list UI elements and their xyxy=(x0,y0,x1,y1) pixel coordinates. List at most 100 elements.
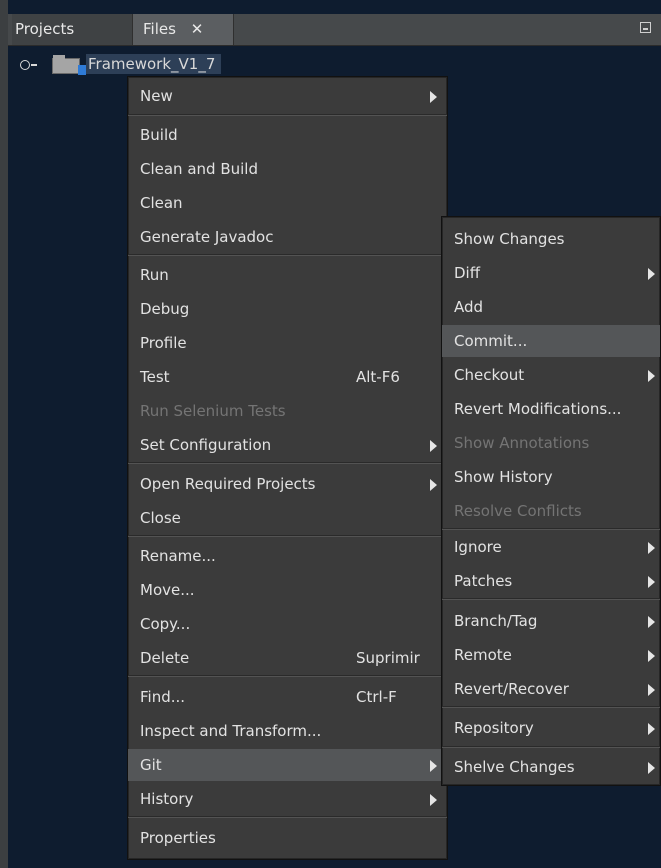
menu-item-label: Close xyxy=(140,509,181,527)
expand-icon[interactable] xyxy=(20,60,37,70)
menu-item-label: History xyxy=(140,790,194,808)
project-badge-icon xyxy=(78,65,86,75)
menu-item-label: Resolve Conflicts xyxy=(454,502,582,520)
menu-item-label: Shelve Changes xyxy=(454,758,575,776)
menu-item-rename[interactable]: Rename... xyxy=(128,540,447,572)
menu-item-delete[interactable]: Delete Suprimir xyxy=(128,642,447,674)
menu-item-label: Copy... xyxy=(140,615,191,633)
menu-item-clean[interactable]: Clean xyxy=(128,187,447,219)
menu-item-properties[interactable]: Properties xyxy=(128,822,447,854)
menu-item-run-selenium-tests: Run Selenium Tests xyxy=(128,395,447,427)
menu-item-open-required-projects[interactable]: Open Required Projects xyxy=(128,468,447,500)
menu-item-label: Revert/Recover xyxy=(454,680,569,698)
separator xyxy=(128,535,447,537)
menu-item-inspect-and-transform[interactable]: Inspect and Transform... xyxy=(128,715,447,747)
shortcut-test: Alt-F6 xyxy=(356,368,400,386)
menu-item-label: Profile xyxy=(140,334,187,352)
menu-item-copy[interactable]: Copy... xyxy=(128,608,447,640)
chevron-right-icon xyxy=(648,576,655,588)
shortcut-find: Ctrl-F xyxy=(356,688,397,706)
menu-item-label: Set Configuration xyxy=(140,436,272,454)
separator xyxy=(128,675,447,677)
menu-item-ignore[interactable]: Ignore xyxy=(442,531,660,563)
separator xyxy=(442,598,660,600)
menu-item-show-history[interactable]: Show History xyxy=(442,461,660,493)
chevron-right-icon xyxy=(430,760,437,772)
folder-icon xyxy=(52,55,80,74)
menu-item-label: Show Changes xyxy=(454,230,565,248)
chevron-right-icon xyxy=(648,684,655,696)
menu-item-label: Build xyxy=(140,126,178,144)
close-icon[interactable]: ✕ xyxy=(191,20,204,38)
chevron-right-icon xyxy=(648,723,655,735)
menu-item-diff[interactable]: Diff xyxy=(442,257,660,289)
menu-item-run[interactable]: Run xyxy=(128,259,447,291)
menu-item-clean-and-build[interactable]: Clean and Build xyxy=(128,153,447,185)
menu-item-commit[interactable]: Commit... xyxy=(442,325,660,357)
chevron-right-icon xyxy=(648,762,655,774)
menu-item-find[interactable]: Find... Ctrl-F xyxy=(128,681,447,713)
separator xyxy=(128,462,447,464)
separator xyxy=(442,706,660,708)
menu-item-new[interactable]: New xyxy=(128,80,447,112)
menu-item-label: Clean and Build xyxy=(140,160,258,178)
menu-item-repository[interactable]: Repository xyxy=(442,712,660,744)
separator xyxy=(128,816,447,818)
menu-item-show-annotations: Show Annotations xyxy=(442,427,660,459)
menu-item-label: Delete xyxy=(140,649,190,667)
menu-item-branch-tag[interactable]: Branch/Tag xyxy=(442,605,660,637)
menu-item-label: Open Required Projects xyxy=(140,475,316,493)
menu-item-build[interactable]: Build xyxy=(128,119,447,151)
shortcut-delete: Suprimir xyxy=(356,649,420,667)
separator xyxy=(442,528,660,530)
menu-item-label: Checkout xyxy=(454,366,525,384)
menu-item-revert-recover[interactable]: Revert/Recover xyxy=(442,673,660,705)
chevron-right-icon xyxy=(430,91,437,103)
menu-item-label: Generate Javadoc xyxy=(140,228,274,246)
tab-bar: Projects Files ✕ xyxy=(8,14,661,46)
menu-item-checkout[interactable]: Checkout xyxy=(442,359,660,391)
menu-item-move[interactable]: Move... xyxy=(128,574,447,606)
menu-item-label: Diff xyxy=(454,264,481,282)
menu-item-test[interactable]: Test Alt-F6 xyxy=(128,361,447,393)
tab-files[interactable]: Files ✕ xyxy=(132,14,234,45)
menu-item-remote[interactable]: Remote xyxy=(442,639,660,671)
chevron-right-icon xyxy=(648,616,655,628)
menu-item-generate-javadoc[interactable]: Generate Javadoc xyxy=(128,221,447,253)
menu-item-label: Clean xyxy=(140,194,183,212)
menu-item-debug[interactable]: Debug xyxy=(128,293,447,325)
tab-files-label: Files xyxy=(143,20,176,38)
menu-item-label: Commit... xyxy=(454,332,528,350)
left-border xyxy=(0,0,8,868)
menu-item-git[interactable]: Git xyxy=(128,749,447,781)
menu-item-history[interactable]: History xyxy=(128,783,447,815)
tab-projects[interactable]: Projects xyxy=(12,14,135,45)
menu-item-label: Properties xyxy=(140,829,216,847)
menu-item-label: Run xyxy=(140,266,169,284)
chevron-right-icon xyxy=(430,794,437,806)
minimize-icon[interactable] xyxy=(640,22,651,33)
menu-item-label: Patches xyxy=(454,572,513,590)
menu-item-label: Rename... xyxy=(140,547,216,565)
menu-item-label: Debug xyxy=(140,300,190,318)
menu-item-label: Repository xyxy=(454,719,534,737)
chevron-right-icon xyxy=(648,650,655,662)
tab-projects-label: Projects xyxy=(15,20,75,38)
project-name[interactable]: Framework_V1_7 xyxy=(86,54,222,74)
menu-item-shelve-changes[interactable]: Shelve Changes xyxy=(442,751,660,783)
menu-item-revert-modifications[interactable]: Revert Modifications... xyxy=(442,393,660,425)
menu-item-show-changes[interactable]: Show Changes xyxy=(442,223,660,255)
context-menu: New Build Clean and Build Clean Generate… xyxy=(127,76,448,860)
menu-item-set-configuration[interactable]: Set Configuration xyxy=(128,429,447,461)
menu-item-add[interactable]: Add xyxy=(442,291,660,323)
menu-item-profile[interactable]: Profile xyxy=(128,327,447,359)
separator xyxy=(442,746,660,748)
menu-item-label: Git xyxy=(140,756,162,774)
menu-item-patches[interactable]: Patches xyxy=(442,565,660,597)
menu-item-close[interactable]: Close xyxy=(128,502,447,534)
menu-item-label: Ignore xyxy=(454,538,502,556)
menu-item-label: Find... xyxy=(140,688,186,706)
chevron-right-icon xyxy=(648,268,655,280)
menu-item-label: Branch/Tag xyxy=(454,612,538,630)
menu-item-label: Show Annotations xyxy=(454,434,590,452)
